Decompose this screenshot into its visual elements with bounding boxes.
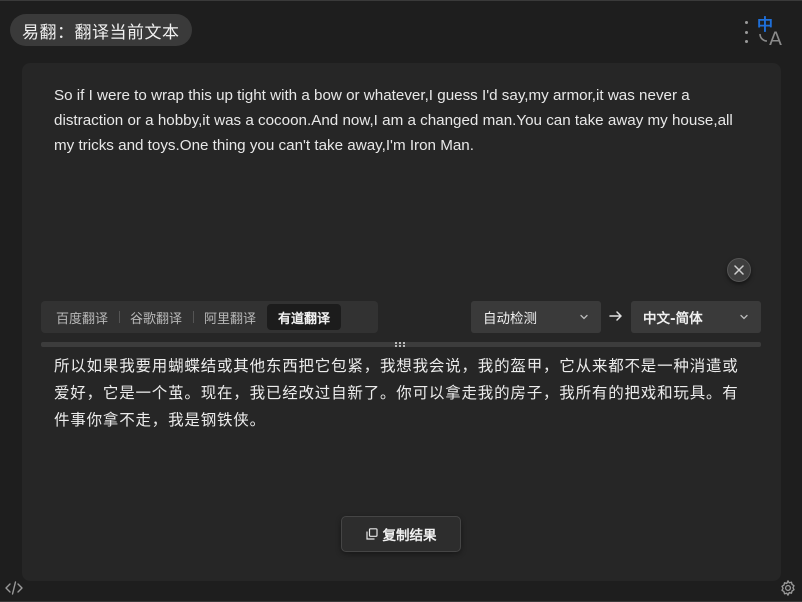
tab-ali[interactable]: 阿里翻译 bbox=[193, 304, 267, 330]
tab-baidu[interactable]: 百度翻译 bbox=[45, 304, 121, 330]
code-icon[interactable] bbox=[5, 580, 23, 596]
source-language-select[interactable]: 自动检测 bbox=[471, 301, 601, 333]
clear-button[interactable] bbox=[727, 258, 751, 282]
copy-icon bbox=[365, 528, 378, 540]
window-title: 易翻：翻译当前文本 bbox=[10, 14, 192, 46]
drag-handle-icon[interactable] bbox=[395, 341, 405, 348]
copy-result-button[interactable]: 复制结果 bbox=[341, 516, 461, 552]
close-icon bbox=[734, 265, 744, 275]
logo-en-glyph: A bbox=[769, 28, 782, 47]
engine-tabs: 百度翻译 谷歌翻译 阿里翻译 有道翻译 bbox=[41, 301, 378, 333]
tab-youdao[interactable]: 有道翻译 bbox=[267, 304, 342, 330]
arrow-right-icon bbox=[609, 311, 622, 321]
source-text-area[interactable]: So if I were to wrap this up tight with … bbox=[54, 83, 754, 158]
top-bar: 易翻：翻译当前文本 中 A bbox=[0, 1, 802, 61]
target-language-label: 中文-简体 bbox=[643, 311, 703, 327]
gear-icon[interactable] bbox=[779, 579, 797, 597]
translate-logo-icon: 中 A bbox=[755, 13, 791, 50]
tab-google[interactable]: 谷歌翻译 bbox=[119, 304, 195, 330]
chevron-down-icon bbox=[580, 314, 588, 320]
target-language-select[interactable]: 中文-简体 bbox=[631, 301, 761, 333]
more-vertical-icon[interactable] bbox=[743, 21, 749, 43]
chevron-down-icon bbox=[740, 314, 748, 320]
source-language-label: 自动检测 bbox=[483, 311, 537, 327]
translation-result-text: 所以如果我要用蝴蝶结或其他东西把它包紧，我想我会说，我的盔甲，它从来都不是一种消… bbox=[54, 357, 739, 429]
copy-result-label: 复制结果 bbox=[382, 528, 437, 544]
app-window: 易翻：翻译当前文本 中 A So if I were to wrap this … bbox=[0, 0, 802, 602]
